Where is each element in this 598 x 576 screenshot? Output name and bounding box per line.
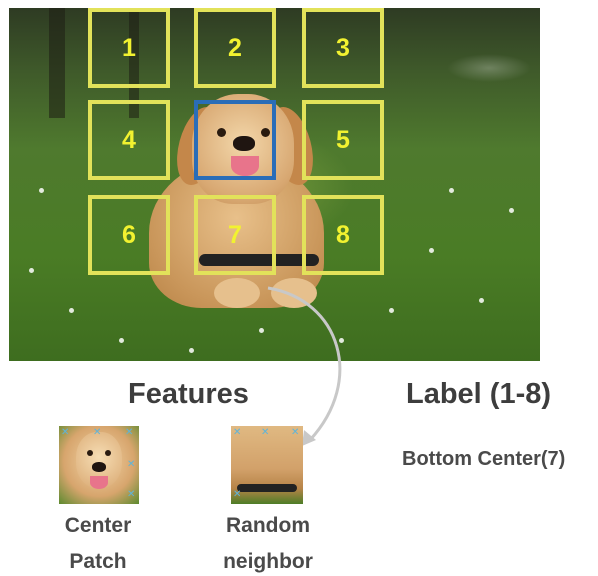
random-neighbor-thumbnail: ✕ ✕ ✕ ✕ — [231, 426, 303, 504]
x-marker-icon: ✕ — [291, 427, 300, 438]
center-patch-thumbnail: ✕ ✕ ✕ ✕ ✕ — [59, 426, 139, 504]
x-marker-icon: ✕ — [93, 427, 102, 438]
random-neighbor-caption-line2: neighbor — [223, 550, 313, 573]
x-marker-icon: ✕ — [125, 427, 134, 438]
center-patch-caption-line1: Center — [64, 514, 132, 537]
center-patch-caption-line2: Patch — [69, 550, 127, 573]
label-value: Bottom Center(7) — [402, 448, 566, 470]
x-marker-icon: ✕ — [233, 427, 242, 438]
x-marker-icon: ✕ — [261, 427, 270, 438]
random-neighbor-caption-line1: Random — [226, 514, 310, 537]
x-marker-icon: ✕ — [61, 427, 70, 438]
x-marker-icon: ✕ — [127, 489, 136, 500]
x-marker-icon: ✕ — [127, 459, 136, 470]
x-marker-icon: ✕ — [233, 489, 242, 500]
label-heading: Label (1-8) — [406, 378, 552, 410]
features-heading: Features — [128, 378, 249, 410]
